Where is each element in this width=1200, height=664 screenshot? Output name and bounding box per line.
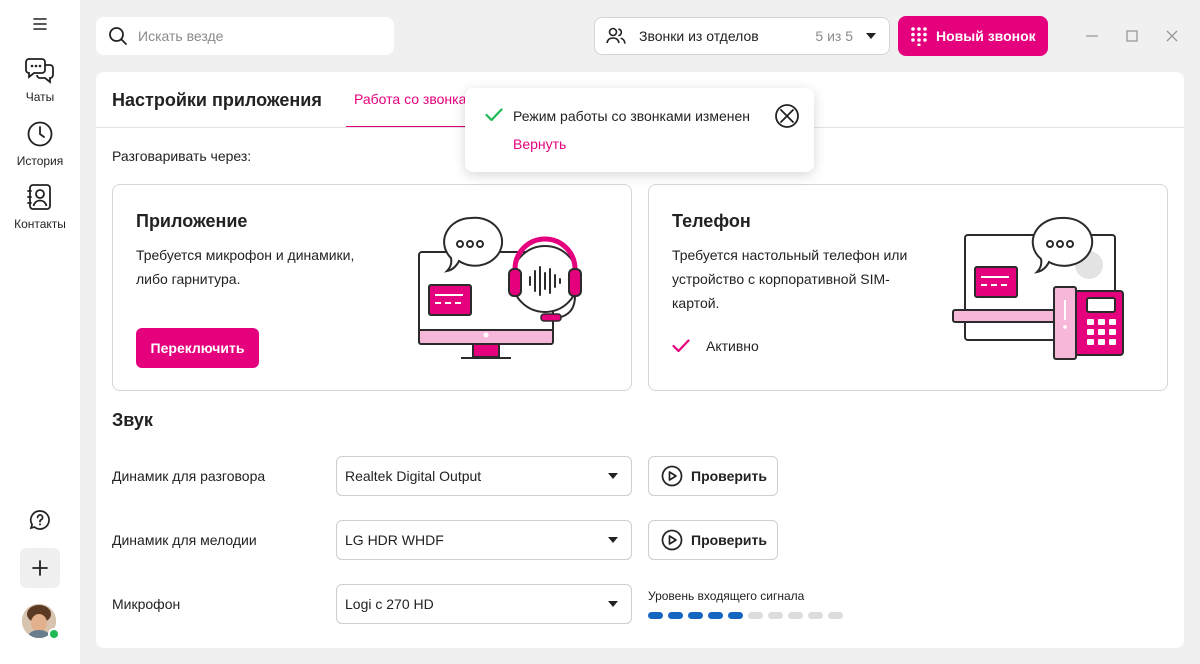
level-segment [828, 612, 843, 619]
plus-icon [32, 560, 48, 576]
search-icon [109, 27, 127, 45]
level-segment [688, 612, 703, 619]
search-input[interactable] [138, 28, 378, 44]
close-window-icon[interactable] [1164, 28, 1180, 44]
level-segment [788, 612, 803, 619]
department-calls-filter[interactable]: Звонки из отделов 5 из 5 [594, 17, 890, 55]
group-icon [606, 27, 626, 44]
switch-mode-button[interactable]: Переключить [136, 328, 259, 368]
test-ringtone-speaker-button[interactable]: Проверить [648, 520, 778, 560]
help-icon[interactable] [28, 508, 52, 537]
sidebar-item-contacts[interactable]: Контакты [0, 182, 80, 231]
department-filter-label: Звонки из отделов [639, 28, 759, 44]
minimize-window-icon[interactable] [1084, 28, 1100, 44]
play-icon [661, 529, 683, 551]
toast-message: Режим работы со звонками изменен [513, 108, 750, 124]
maximize-window-icon[interactable] [1124, 28, 1140, 44]
chat-icon [25, 58, 54, 84]
active-status-label: Активно [706, 338, 759, 354]
mode-phone-description: Требуется настольный телефон или устройс… [672, 247, 908, 311]
play-icon [661, 465, 683, 487]
caret-down-icon [866, 33, 876, 39]
computer-headset-illustration [418, 216, 582, 359]
level-segment [728, 612, 743, 619]
new-call-label: Новый звонок [936, 28, 1036, 44]
department-filter-count: 5 из 5 [815, 28, 853, 44]
test-button-label: Проверить [691, 532, 767, 548]
mode-card-phone: Телефон Требуется настольный телефон или… [648, 184, 1168, 391]
microphone-label: Микрофон [112, 596, 181, 612]
talk-speaker-value: Realtek Digital Output [345, 468, 482, 484]
sidebar-item-label: Чаты [25, 90, 55, 104]
global-search [96, 17, 394, 55]
mode-card-app: Приложение Требуется микрофон и динамики… [112, 184, 632, 391]
level-segment [768, 612, 783, 619]
level-segment [668, 612, 683, 619]
computer-desk-phone-illustration [952, 216, 1124, 360]
caret-down-icon [608, 601, 618, 607]
level-segment [648, 612, 663, 619]
undo-link[interactable]: Вернуть [513, 136, 566, 152]
mode-app-description: Требуется микрофон и динамики, либо гарн… [136, 247, 355, 287]
page-title: Настройки приложения [112, 90, 322, 110]
sidebar-item-history[interactable]: История [0, 119, 80, 168]
input-level-label: Уровень входящего сигнала [648, 589, 805, 603]
new-call-button[interactable]: Новый звонок [898, 16, 1048, 56]
mode-phone-active-status: Активно [672, 338, 759, 354]
sidebar-item-label: История [16, 154, 64, 168]
close-icon[interactable] [774, 103, 800, 129]
test-button-label: Проверить [691, 468, 767, 484]
menu-icon[interactable] [30, 14, 50, 34]
ringtone-speaker-label: Динамик для мелодии [112, 532, 257, 548]
test-talk-speaker-button[interactable]: Проверить [648, 456, 778, 496]
sound-section-title: Звук [112, 410, 153, 430]
sidebar: Чаты История Контакты [0, 0, 80, 664]
sidebar-item-label: Контакты [14, 217, 66, 231]
online-status-indicator [48, 628, 60, 640]
sidebar-item-chats[interactable]: Чаты [0, 55, 80, 104]
check-icon [672, 339, 690, 353]
ringtone-speaker-value: LG HDR WHDF [345, 532, 444, 548]
add-button[interactable] [20, 548, 60, 588]
mode-phone-title: Телефон [672, 211, 751, 231]
input-level-meter [648, 612, 843, 619]
caret-down-icon [608, 473, 618, 479]
level-segment [808, 612, 823, 619]
level-segment [748, 612, 763, 619]
caret-down-icon [608, 537, 618, 543]
mode-app-title: Приложение [136, 211, 248, 231]
check-icon [485, 108, 503, 122]
talk-speaker-label: Динамик для разговора [112, 468, 266, 484]
microphone-select[interactable]: Logi c 270 HD [336, 584, 632, 624]
ringtone-speaker-select[interactable]: LG HDR WHDF [336, 520, 632, 560]
dialpad-icon [911, 27, 927, 46]
contacts-icon [27, 184, 51, 210]
talk-speaker-select[interactable]: Realtek Digital Output [336, 456, 632, 496]
clock-icon [27, 121, 53, 147]
level-segment [708, 612, 723, 619]
notification-toast: Режим работы со звонками изменен Вернуть [465, 88, 814, 172]
talk-via-label: Разговаривать через: [112, 148, 252, 164]
microphone-value: Logi c 270 HD [345, 596, 434, 612]
